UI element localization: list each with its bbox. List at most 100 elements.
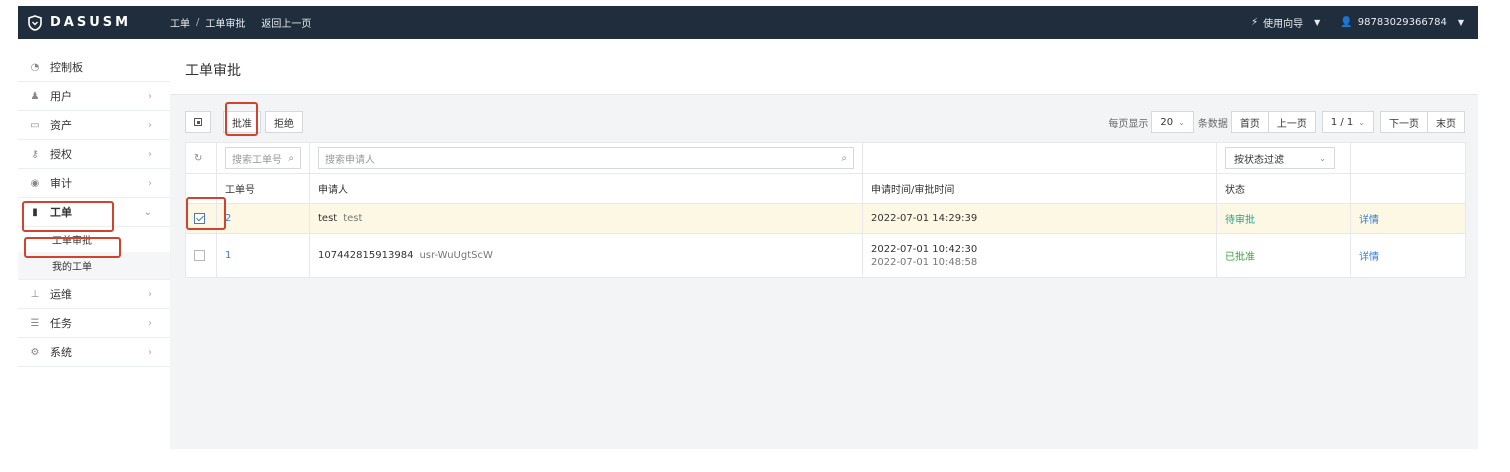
- per-page-value: 20: [1160, 116, 1174, 128]
- chevron-right-icon: ›: [148, 148, 152, 160]
- search-icon: ⌕: [288, 152, 294, 164]
- sidebar-item-ops[interactable]: ⊥ 运维 ›: [18, 280, 170, 309]
- first-page-button[interactable]: 首页: [1230, 111, 1269, 133]
- refresh-icon[interactable]: ↻: [185, 142, 217, 174]
- sidebar-item-assets[interactable]: ▭ 资产 ›: [18, 111, 170, 140]
- page-title-text: 工单审批: [185, 63, 241, 79]
- chevron-down-icon: ⌄: [1319, 153, 1326, 163]
- row-checkbox[interactable]: [194, 212, 205, 224]
- monitor-icon: ▭: [30, 119, 40, 131]
- status-badge: 待审批: [1225, 215, 1255, 226]
- chevron-right-icon: ›: [148, 177, 152, 189]
- eye-icon: ◉: [30, 177, 40, 189]
- select-all-button[interactable]: [185, 111, 211, 133]
- guide-menu[interactable]: ⚡ 使用向导 ▼: [1251, 15, 1320, 30]
- sidebar-item-users[interactable]: ♟ 用户 ›: [18, 82, 170, 111]
- column-header[interactable]: 申请人: [309, 173, 863, 204]
- chevron-right-icon: ›: [148, 119, 152, 131]
- sidebar-subitem-label: 我的工单: [52, 262, 92, 273]
- top-navbar: DASUSM 工单 / 工单审批 返回上一页 ⚡ 使用向导 ▼ 👤 987830…: [18, 6, 1478, 39]
- apply-time: 2022-07-01 14:29:39: [871, 213, 978, 224]
- chevron-down-icon: ⌄: [1178, 117, 1185, 127]
- guide-label: 使用向导: [1263, 19, 1304, 30]
- shield-icon: [28, 14, 42, 31]
- applicant-name: 107442815913984: [318, 250, 414, 261]
- sidebar-item-label: 授权: [50, 148, 72, 161]
- user-menu[interactable]: 👤 98783029366784 ▼: [1340, 17, 1464, 28]
- filter-row: ↻ 搜索工单号 ⌕ 搜索申请人 ⌕ 按状态过滤 ⌄: [185, 142, 1466, 174]
- per-page-label: 每页显示: [1108, 118, 1149, 130]
- user-icon: ♟: [30, 90, 40, 102]
- sidebar-item-tickets[interactable]: ▮ 工单 ⌄: [18, 198, 170, 227]
- applicant-name: test: [318, 213, 338, 224]
- tasks-icon: ☰: [30, 317, 40, 329]
- sidebar-item-audit[interactable]: ◉ 审计 ›: [18, 169, 170, 198]
- sidebar-item-label: 用户: [50, 90, 72, 103]
- column-header[interactable]: 状态: [1216, 173, 1351, 204]
- chevron-down-icon: ⌄: [1358, 117, 1365, 127]
- per-page-select[interactable]: 20 ⌄: [1151, 111, 1194, 133]
- prev-page-button[interactable]: 上一页: [1267, 111, 1316, 133]
- sidebar-item-label: 运维: [50, 288, 72, 301]
- sidebar-subitem-label: 工单审批: [52, 236, 92, 247]
- main-content: 批准 拒绝 每页显示 20 ⌄ 条数据 首页 上一页 1 / 1 ⌄ 下一页 末…: [170, 95, 1478, 449]
- breadcrumb-separator: /: [196, 17, 200, 28]
- status-filter-value: 按状态过滤: [1234, 154, 1284, 166]
- sitemap-icon: ⊥: [30, 288, 40, 300]
- sidebar-item-authorization[interactable]: ⚷ 授权 ›: [18, 140, 170, 169]
- detail-link[interactable]: 详情: [1359, 215, 1379, 226]
- ticket-search-placeholder: 搜索工单号: [232, 154, 282, 166]
- status-filter-select[interactable]: 按状态过滤 ⌄: [1225, 147, 1335, 169]
- table-row[interactable]: 1 107442815913984 usr-WuUgtScW 2022-07-01…: [185, 233, 1466, 278]
- ticket-id-link[interactable]: 1: [225, 250, 231, 261]
- status-badge: 已批准: [1225, 252, 1255, 263]
- sidebar-subitem-my-tickets[interactable]: 我的工单: [18, 252, 170, 280]
- row-checkbox[interactable]: [194, 249, 205, 261]
- page-select[interactable]: 1 / 1 ⌄: [1321, 111, 1374, 133]
- page-title: 工单审批: [170, 39, 1478, 95]
- approve-button[interactable]: 批准: [223, 111, 261, 133]
- table-row[interactable]: 2 test test 2022-07-01 14:29:39 待审批 详情: [185, 203, 1466, 234]
- toolbar: 批准 拒绝 每页显示 20 ⌄ 条数据 首页 上一页 1 / 1 ⌄ 下一页 末…: [185, 110, 1465, 134]
- last-page-button[interactable]: 末页: [1427, 111, 1465, 133]
- breadcrumb-item[interactable]: 工单: [170, 15, 190, 30]
- chevron-right-icon: ›: [148, 317, 152, 329]
- sidebar-item-label: 工单: [50, 206, 72, 219]
- sidebar-item-dashboard[interactable]: ◔ 控制板: [18, 53, 170, 82]
- chevron-right-icon: ›: [148, 288, 152, 300]
- detail-link[interactable]: 详情: [1359, 252, 1379, 263]
- brand[interactable]: DASUSM: [18, 14, 170, 31]
- user-label: 98783029366784: [1357, 17, 1447, 28]
- applicant-search-input[interactable]: 搜索申请人 ⌕: [318, 147, 854, 169]
- back-link[interactable]: 返回上一页: [261, 15, 311, 30]
- ticket-id-link[interactable]: 2: [225, 213, 231, 224]
- sidebar-item-label: 任务: [50, 317, 72, 330]
- approve-time: 2022-07-01 10:48:58: [871, 256, 978, 268]
- next-page-button[interactable]: 下一页: [1380, 111, 1428, 133]
- sidebar-item-label: 审计: [50, 177, 72, 190]
- magic-wand-icon: ⚡: [1251, 17, 1259, 28]
- ticket-search-input[interactable]: 搜索工单号 ⌕: [225, 147, 301, 169]
- key-icon: ⚷: [31, 148, 39, 160]
- page-info: 1 / 1: [1330, 116, 1354, 128]
- sidebar-item-tasks[interactable]: ☰ 任务 ›: [18, 309, 170, 338]
- column-header[interactable]: 申请时间/审批时间: [862, 173, 1217, 204]
- reject-button[interactable]: 拒绝: [265, 111, 303, 133]
- breadcrumb: 工单 / 工单审批 返回上一页: [170, 15, 311, 30]
- column-header[interactable]: 工单号: [216, 173, 310, 204]
- table-header: 工单号 申请人 申请时间/审批时间 状态: [185, 173, 1466, 204]
- sidebar-subitem-ticket-approval[interactable]: 工单审批: [18, 227, 170, 252]
- dashboard-icon: ◔: [30, 61, 40, 73]
- apply-time: 2022-07-01 10:42:30: [871, 243, 978, 255]
- sidebar-item-label: 系统: [50, 346, 72, 359]
- applicant-sub: test: [343, 213, 363, 224]
- sidebar-item-label: 资产: [50, 119, 72, 132]
- sidebar-item-system[interactable]: ⚙ 系统 ›: [18, 338, 170, 367]
- caret-down-icon: ▼: [1457, 18, 1464, 27]
- user-icon: 👤: [1340, 17, 1353, 28]
- rows-label: 条数据: [1197, 118, 1228, 130]
- column-header: [1350, 173, 1466, 204]
- applicant-search-placeholder: 搜索申请人: [325, 154, 375, 166]
- brand-name: DASUSM: [50, 15, 132, 30]
- ticket-table: ↻ 搜索工单号 ⌕ 搜索申请人 ⌕ 按状态过滤 ⌄ 工单号 申请人 申请时间/审…: [185, 142, 1466, 278]
